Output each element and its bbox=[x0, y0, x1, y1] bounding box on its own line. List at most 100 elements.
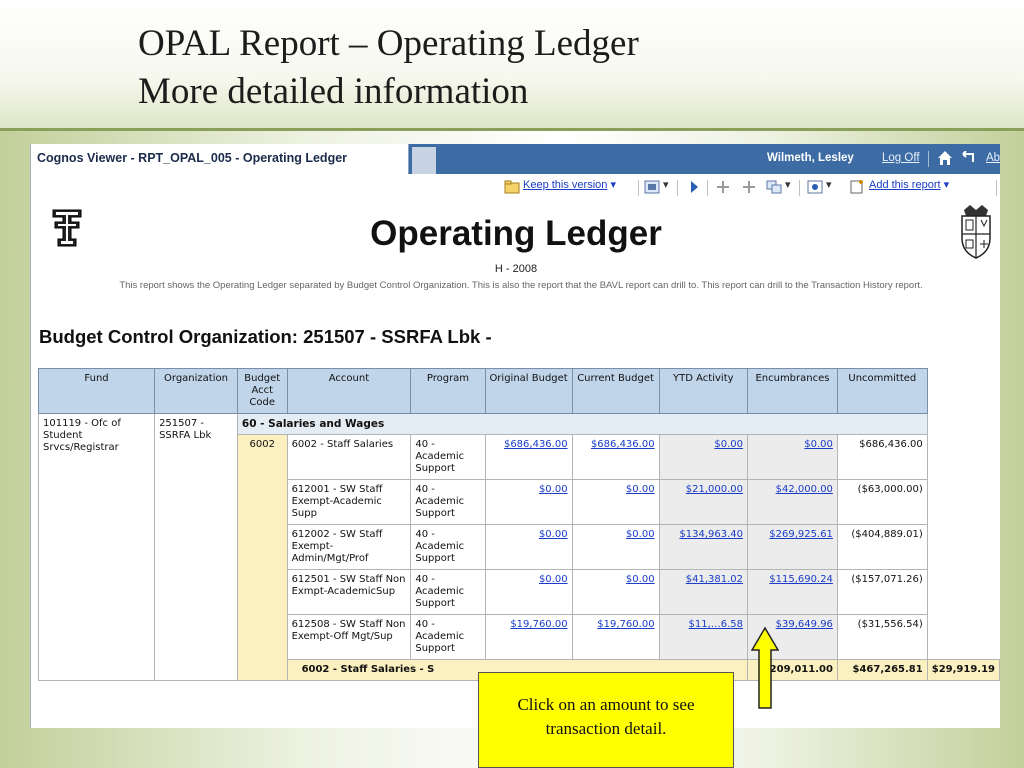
program-cell: 40 - Academic Support bbox=[410, 524, 486, 570]
slide-title-line-2: More detailed information bbox=[138, 71, 529, 112]
col-header-fund: Fund bbox=[37, 368, 156, 414]
cognos-viewer: Cognos Viewer - RPT_OPAL_005 - Operating… bbox=[30, 144, 1000, 728]
account-cell: 612501 - SW Staff Non Exmpt-AcademicSup bbox=[286, 569, 412, 615]
format-dropdown[interactable]: ▾ bbox=[826, 178, 832, 198]
ytd-activity-link[interactable]: $21,000.00 bbox=[686, 484, 743, 495]
original-budget-link[interactable]: $19,760.00 bbox=[510, 619, 567, 630]
related-links-icon[interactable] bbox=[766, 180, 782, 194]
col-header-current-budget: Current Budget bbox=[571, 368, 660, 414]
col-header-original-budget: Original Budget bbox=[484, 368, 573, 414]
up-arrow-icon bbox=[751, 626, 779, 709]
original-budget-cell: $19,760.00 bbox=[484, 614, 573, 660]
original-budget-cell: $0.00 bbox=[484, 569, 573, 615]
budget-control-org-heading: Budget Control Organization: 251507 - SS… bbox=[39, 326, 492, 347]
encumbrances-link[interactable]: $115,690.24 bbox=[769, 574, 833, 585]
current-budget-link[interactable]: $0.00 bbox=[626, 529, 655, 540]
current-budget-link[interactable]: $19,760.00 bbox=[597, 619, 654, 630]
bar-divider bbox=[928, 151, 929, 167]
report-description: This report shows the Operating Ledger s… bbox=[119, 280, 923, 291]
keep-version-link[interactable]: Keep this version ▾ bbox=[523, 178, 616, 198]
encumbrances-link[interactable]: $39,649.96 bbox=[776, 619, 833, 630]
uncommitted-cell: ($63,000.00) bbox=[836, 479, 928, 525]
col-header-program: Program bbox=[410, 368, 486, 414]
total-uncommitted: $29,919.19 bbox=[926, 659, 1000, 681]
col-header-encumbrances: Encumbrances bbox=[747, 368, 838, 414]
program-cell: 40 - Academic Support bbox=[410, 569, 486, 615]
related-links-dropdown[interactable]: ▾ bbox=[785, 178, 791, 198]
organization-cell: 251507 - SSRFA Lbk bbox=[154, 413, 238, 681]
current-budget-cell: $0.00 bbox=[571, 569, 660, 615]
original-budget-cell: $0.00 bbox=[484, 479, 573, 525]
col-header-budget-acct-code: Budget Acct Code bbox=[236, 368, 288, 414]
add-report-link[interactable]: Add this report ▾ bbox=[869, 178, 949, 198]
next-page-icon[interactable] bbox=[686, 180, 702, 194]
col-header-uncommitted: Uncommitted bbox=[836, 368, 928, 414]
uncommitted-cell: ($157,071.26) bbox=[836, 569, 928, 615]
ytd-activity-cell: $21,000.00 bbox=[658, 479, 749, 525]
viewer-tab[interactable]: Cognos Viewer - RPT_OPAL_005 - Operating… bbox=[31, 144, 409, 174]
current-budget-cell: $0.00 bbox=[571, 479, 660, 525]
group-row: 101119 - Ofc of Student Srvcs/Registrar … bbox=[37, 413, 1000, 681]
original-budget-cell: $686,436.00 bbox=[484, 434, 573, 480]
report-title: Operating Ledger bbox=[370, 214, 662, 253]
col-header-ytd-activity: YTD Activity bbox=[658, 368, 749, 414]
account-cell: 612508 - SW Staff Non Exempt-Off Mgt/Sup bbox=[286, 614, 412, 660]
ytd-activity-link[interactable]: $41,381.02 bbox=[686, 574, 743, 585]
toolbar-divider bbox=[677, 180, 678, 196]
fund-cell: 101119 - Ofc of Student Srvcs/Registrar bbox=[37, 413, 156, 681]
add-report-icon[interactable] bbox=[849, 180, 865, 194]
encumbrances-cell: $42,000.00 bbox=[747, 479, 838, 525]
original-budget-link[interactable]: $0.00 bbox=[539, 484, 568, 495]
ytd-activity-cell: $0.00 bbox=[658, 434, 749, 480]
encumbrances-link[interactable]: $269,925.61 bbox=[769, 529, 833, 540]
original-budget-cell: $0.00 bbox=[484, 524, 573, 570]
encumbrances-link[interactable]: $0.00 bbox=[804, 439, 833, 450]
toolbar-divider bbox=[799, 180, 800, 196]
encumbrances-cell: $269,925.61 bbox=[747, 524, 838, 570]
current-budget-link[interactable]: $0.00 bbox=[626, 574, 655, 585]
account-cell: 612001 - SW Staff Exempt-Academic Supp bbox=[286, 479, 412, 525]
current-budget-cell: $19,760.00 bbox=[571, 614, 660, 660]
table-header-row: Fund Organization Budget Acct Code Accou… bbox=[37, 368, 1000, 414]
keep-version-icon[interactable] bbox=[504, 180, 520, 194]
budget-acct-code-cell: 6002 bbox=[236, 434, 288, 681]
home-icon[interactable] bbox=[937, 150, 953, 166]
drill-down-icon[interactable] bbox=[715, 180, 731, 194]
drill-up-icon[interactable] bbox=[741, 180, 757, 194]
current-budget-cell: $0.00 bbox=[571, 524, 660, 570]
return-icon[interactable] bbox=[961, 151, 977, 165]
program-cell: 40 - Academic Support bbox=[410, 434, 486, 480]
ytd-activity-link[interactable]: $0.00 bbox=[714, 439, 743, 450]
original-budget-link[interactable]: $0.00 bbox=[539, 574, 568, 585]
run-report-icon[interactable] bbox=[644, 180, 660, 194]
format-icon[interactable] bbox=[807, 180, 823, 194]
col-header-account: Account bbox=[286, 368, 412, 414]
report-subtitle: H - 2008 bbox=[494, 263, 538, 275]
current-budget-link[interactable]: $686,436.00 bbox=[591, 439, 655, 450]
about-link[interactable]: Ab bbox=[986, 152, 1000, 164]
group-label: 60 - Salaries and Wages bbox=[236, 413, 928, 435]
logoff-link[interactable]: Log Off bbox=[882, 152, 920, 164]
ledger-table: Fund Organization Budget Acct Code Accou… bbox=[37, 368, 1000, 681]
toolbar-divider bbox=[638, 180, 639, 196]
ytd-activity-cell: $134,963.40 bbox=[658, 524, 749, 570]
original-budget-link[interactable]: $0.00 bbox=[539, 529, 568, 540]
uncommitted-cell: ($31,556.54) bbox=[836, 614, 928, 660]
ytd-activity-cell: $11,…6.58 bbox=[658, 614, 749, 660]
original-budget-link[interactable]: $686,436.00 bbox=[504, 439, 568, 450]
col-header-organization: Organization bbox=[154, 368, 238, 414]
account-cell: 6002 - Staff Salaries bbox=[286, 434, 412, 480]
program-cell: 40 - Academic Support bbox=[410, 479, 486, 525]
ytd-activity-link[interactable]: $134,963.40 bbox=[679, 529, 743, 540]
encumbrances-cell: $0.00 bbox=[747, 434, 838, 480]
slide-title-line-1: OPAL Report – Operating Ledger bbox=[138, 23, 639, 64]
viewer-tab-spacer bbox=[412, 147, 436, 174]
program-cell: 40 - Academic Support bbox=[410, 614, 486, 660]
run-report-dropdown[interactable]: ▾ bbox=[663, 178, 669, 198]
ytd-activity-link[interactable]: $11,…6.58 bbox=[689, 619, 744, 630]
title-divider bbox=[0, 128, 1024, 131]
slide-title: OPAL Report – Operating Ledger More deta… bbox=[138, 20, 639, 116]
encumbrances-link[interactable]: $42,000.00 bbox=[776, 484, 833, 495]
current-budget-link[interactable]: $0.00 bbox=[626, 484, 655, 495]
account-cell: 612002 - SW Staff Exempt-Admin/Mgt/Prof bbox=[286, 524, 412, 570]
